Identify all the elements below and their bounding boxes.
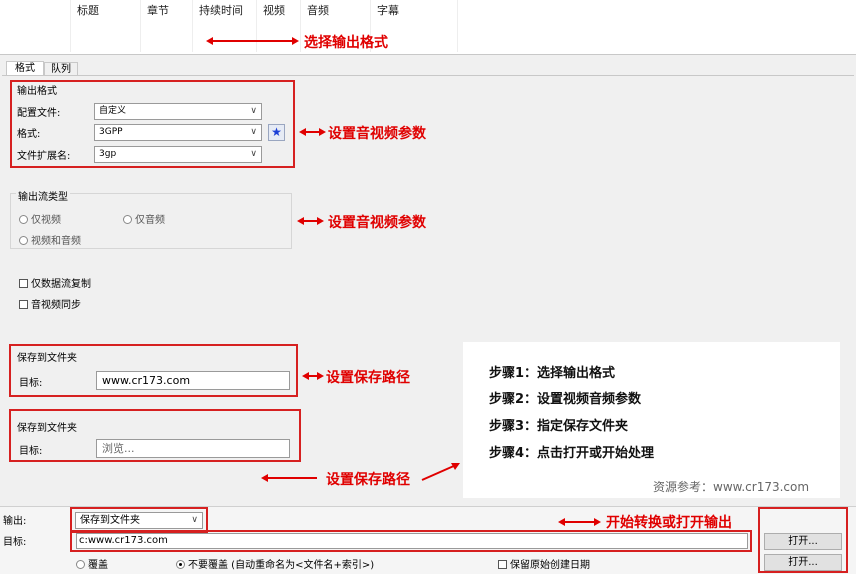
chevron-down-icon: ∨ xyxy=(250,127,257,137)
column-header-title[interactable]: 标题 xyxy=(70,0,140,52)
target-input-1[interactable]: www.cr173.com xyxy=(96,371,290,390)
profile-label: 配置文件: xyxy=(17,108,61,119)
profile-select[interactable]: 自定义 ∨ xyxy=(94,103,262,120)
stream-type-title: 输出流类型 xyxy=(16,188,70,203)
target-label-2: 目标: xyxy=(19,446,43,457)
step-3: 步骤3：指定保存文件夹 xyxy=(489,419,629,434)
open-button-1[interactable]: 打开... xyxy=(764,533,842,550)
radio-audio-only-label: 仅音频 xyxy=(135,215,165,226)
checkbox-copy-stream[interactable]: 仅数据流复制 xyxy=(19,275,91,290)
format-select-value: 3GPP xyxy=(99,127,123,137)
radio-overwrite[interactable]: 覆盖 xyxy=(76,556,108,571)
radio-icon xyxy=(19,236,28,245)
target-input-2[interactable]: 浏览... xyxy=(96,439,290,458)
arrow-line xyxy=(305,131,319,133)
checkbox-keep-date-label: 保留原始创建日期 xyxy=(510,560,590,571)
format-select[interactable]: 3GPP ∨ xyxy=(94,124,262,141)
radio-video-audio[interactable]: 视频和音频 xyxy=(19,232,81,247)
output-label: 输出: xyxy=(3,516,27,527)
output-select-value: 保存到文件夹 xyxy=(80,515,140,526)
column-header-chapter[interactable]: 章节 xyxy=(140,0,192,52)
source-reference: 资源参考：www.cr173.com xyxy=(653,480,810,494)
arrow-right-icon xyxy=(317,372,324,380)
steps-card: 步骤1：选择输出格式 步骤2：设置视频音频参数 步骤3：指定保存文件夹 步骤4：… xyxy=(463,342,840,498)
checkbox-keep-date[interactable]: 保留原始创建日期 xyxy=(498,556,590,571)
format-label: 格式: xyxy=(17,129,41,140)
radio-checked-icon xyxy=(176,560,185,569)
radio-video-only[interactable]: 仅视频 xyxy=(19,211,61,226)
step-1: 步骤1：选择输出格式 xyxy=(489,366,616,381)
step-2: 步骤2：设置视频音频参数 xyxy=(489,392,642,407)
arrow-line xyxy=(303,220,317,222)
target-label-1: 目标: xyxy=(19,378,43,389)
save-folder-title-1: 保存到文件夹 xyxy=(17,353,77,364)
tab-divider xyxy=(2,75,854,76)
bottom-target-label: 目标: xyxy=(3,537,27,548)
tab-format[interactable]: 格式 xyxy=(6,61,44,76)
chevron-down-icon: ∨ xyxy=(191,515,198,525)
save-folder-title-2: 保存到文件夹 xyxy=(17,423,77,434)
radio-no-overwrite[interactable]: 不要覆盖 (自动重命名为<文件名+索引>) xyxy=(176,556,374,571)
arrow-line xyxy=(267,477,317,479)
annotation-av-params-1: 设置音视频参数 xyxy=(328,126,426,142)
radio-icon xyxy=(19,215,28,224)
checkbox-copy-stream-label: 仅数据流复制 xyxy=(31,279,91,290)
arrow-right-icon xyxy=(594,518,601,526)
annotation-start: 开始转换或打开输出 xyxy=(606,515,732,531)
step-4: 步骤4：点击打开或开始处理 xyxy=(489,446,655,461)
radio-icon xyxy=(76,560,85,569)
column-header-duration[interactable]: 持续时间 xyxy=(192,0,256,52)
chevron-down-icon: ∨ xyxy=(250,106,257,116)
star-icon: ★ xyxy=(271,125,282,139)
annotation-select-format: 选择输出格式 xyxy=(304,35,388,51)
checkbox-av-sync-label: 音视频同步 xyxy=(31,300,81,311)
arrow-right-icon xyxy=(317,217,324,225)
open-button-2[interactable]: 打开... xyxy=(764,554,842,571)
file-table: 标题 章节 持续时间 视频 音频 字幕 xyxy=(0,0,856,55)
profile-select-value: 自定义 xyxy=(99,106,127,116)
annotation-av-params-2: 设置音视频参数 xyxy=(328,215,426,231)
arrow-right-icon xyxy=(319,128,326,136)
output-select[interactable]: 保存到文件夹 ∨ xyxy=(75,512,203,529)
checkbox-icon xyxy=(19,300,28,309)
tab-queue[interactable]: 队列 xyxy=(44,62,78,76)
arrow-line xyxy=(212,40,292,42)
annotation-save-path-1: 设置保存路径 xyxy=(326,370,410,386)
checkbox-av-sync[interactable]: 音视频同步 xyxy=(19,296,81,311)
extension-select-value: 3gp xyxy=(99,149,117,159)
extension-select[interactable]: 3gp ∨ xyxy=(94,146,262,163)
annotation-save-path-2: 设置保存路径 xyxy=(326,472,410,488)
arrow-line xyxy=(308,375,317,377)
arrow-diagonal-icon xyxy=(421,463,460,481)
checkbox-icon xyxy=(498,560,507,569)
arrow-line xyxy=(564,521,594,523)
output-format-title: 输出格式 xyxy=(17,86,57,97)
radio-audio-only[interactable]: 仅音频 xyxy=(123,211,165,226)
radio-icon xyxy=(123,215,132,224)
bottom-target-input[interactable]: c:www.cr173.com xyxy=(76,533,748,549)
arrow-right-icon xyxy=(292,37,299,45)
radio-overwrite-label: 覆盖 xyxy=(88,560,108,571)
extension-label: 文件扩展名: xyxy=(17,151,71,162)
radio-no-overwrite-label: 不要覆盖 (自动重命名为<文件名+索引>) xyxy=(188,560,375,571)
radio-video-only-label: 仅视频 xyxy=(31,215,61,226)
radio-video-audio-label: 视频和音频 xyxy=(31,236,81,247)
chevron-down-icon: ∨ xyxy=(250,149,257,159)
checkbox-icon xyxy=(19,279,28,288)
favorite-star-button[interactable]: ★ xyxy=(268,124,285,141)
